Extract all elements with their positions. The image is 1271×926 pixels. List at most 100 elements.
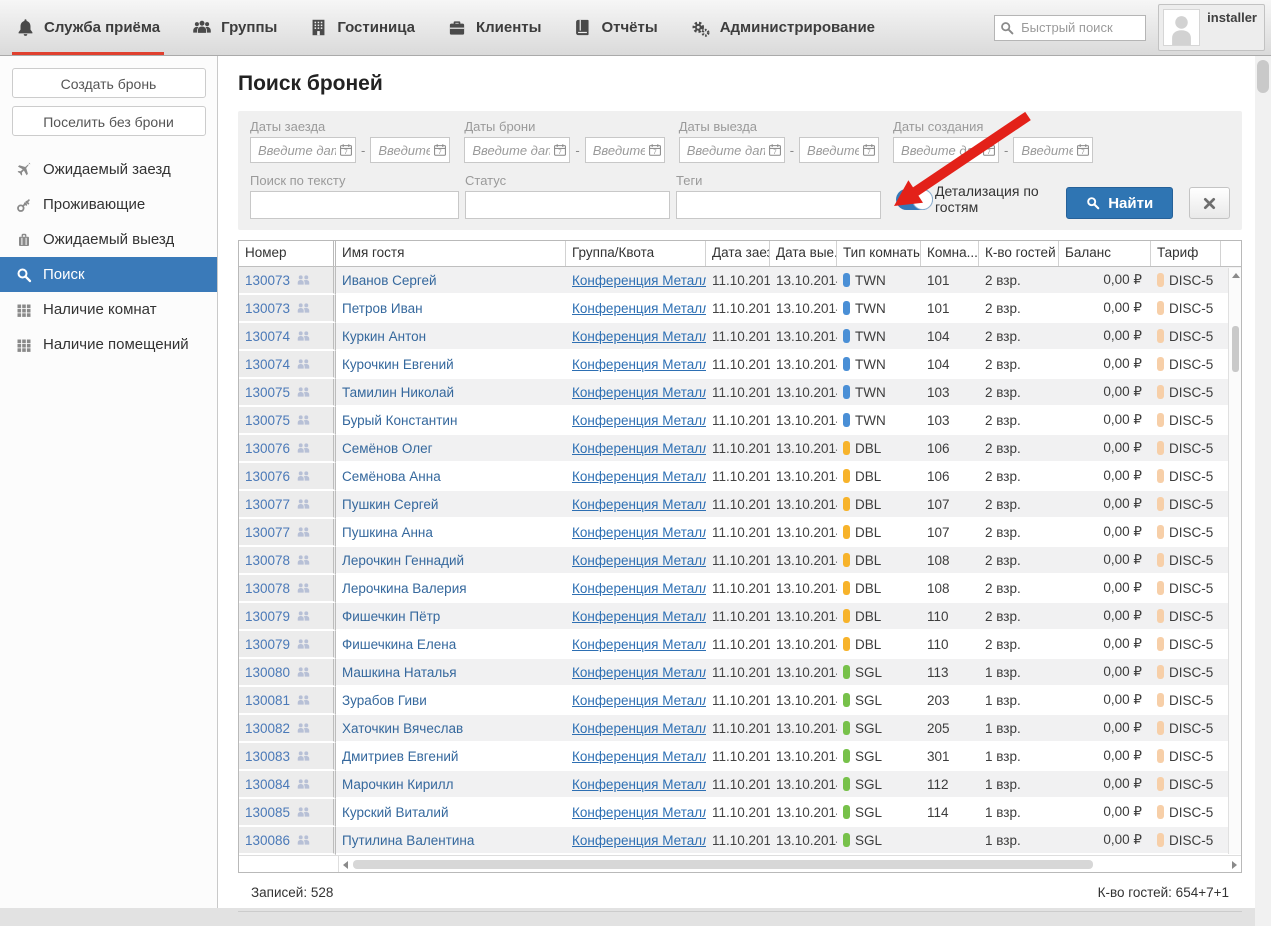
sidebar-item-premises-availability[interactable]: Наличие помещений — [0, 327, 217, 362]
sidebar-item-expected-departure[interactable]: Ожидаемый выезд — [0, 222, 217, 257]
table-row[interactable]: 130076 Семёнов Олег Конференция Металлу … — [239, 435, 1241, 463]
horizontal-scrollbar[interactable] — [239, 855, 1241, 872]
group-link[interactable]: Конференция Металлу — [572, 777, 706, 792]
tab-clients[interactable]: Клиенты — [431, 0, 557, 55]
booking-number-link[interactable]: 130074 — [245, 329, 290, 344]
tab-groups[interactable]: Группы — [176, 0, 293, 55]
horizontal-scroll-track[interactable] — [339, 856, 1241, 872]
group-link[interactable]: Конференция Металлу — [572, 497, 706, 512]
table-row[interactable]: 130075 Бурый Константин Конференция Мета… — [239, 407, 1241, 435]
table-row[interactable]: 130074 Куркин Антон Конференция Металлу … — [239, 323, 1241, 351]
find-button[interactable]: Найти — [1066, 187, 1174, 219]
calendar-icon[interactable]: 7 — [339, 143, 353, 160]
table-row[interactable]: 130082 Хаточкин Вячеслав Конференция Мет… — [239, 715, 1241, 743]
column-header-balance[interactable]: Баланс — [1059, 241, 1151, 266]
calendar-icon[interactable]: 7 — [553, 143, 567, 160]
vertical-scroll-thumb[interactable] — [1232, 326, 1239, 372]
group-link[interactable]: Конференция Металлу — [572, 609, 706, 624]
column-header-arrival[interactable]: Дата заез... — [706, 241, 770, 266]
column-header-departure[interactable]: Дата вые... — [770, 241, 837, 266]
table-row[interactable]: 130080 Машкина Наталья Конференция Метал… — [239, 659, 1241, 687]
booking-number-link[interactable]: 130086 — [245, 833, 290, 848]
create-booking-button[interactable]: Создать бронь — [11, 68, 206, 98]
booking-number-link[interactable]: 130080 — [245, 665, 290, 680]
group-link[interactable]: Конференция Металлу — [572, 749, 706, 764]
column-header-guests[interactable]: К-во гостей — [979, 241, 1059, 266]
tab-administration[interactable]: Администрирование — [674, 0, 891, 55]
sidebar-item-room-availability[interactable]: Наличие комнат — [0, 292, 217, 327]
booking-number-link[interactable]: 130074 — [245, 357, 290, 372]
calendar-icon[interactable]: 7 — [862, 143, 876, 160]
table-row[interactable]: 130083 Дмитриев Евгений Конференция Мета… — [239, 743, 1241, 771]
group-link[interactable]: Конференция Металлу — [572, 469, 706, 484]
booking-number-link[interactable]: 130085 — [245, 805, 290, 820]
table-row[interactable]: 130084 Марочкин Кирилл Конференция Метал… — [239, 771, 1241, 799]
sidebar-item-search[interactable]: Поиск — [0, 257, 217, 292]
table-row[interactable]: 130073 Иванов Сергей Конференция Металлу… — [239, 267, 1241, 295]
booking-number-link[interactable]: 130075 — [245, 413, 290, 428]
vertical-scrollbar[interactable] — [1228, 268, 1241, 854]
group-link[interactable]: Конференция Металлу — [572, 329, 706, 344]
scroll-up-arrow-icon[interactable] — [1232, 273, 1240, 278]
tab-hotel[interactable]: Гостиница — [293, 0, 431, 55]
group-link[interactable]: Конференция Металлу — [572, 273, 706, 288]
sidebar-item-residents[interactable]: Проживающие — [0, 187, 217, 222]
table-row[interactable]: 130086 Путилина Валентина Конференция Ме… — [239, 827, 1241, 855]
group-link[interactable]: Конференция Металлу — [572, 441, 706, 456]
scroll-left-arrow-icon[interactable] — [343, 861, 348, 869]
calendar-icon[interactable]: 7 — [768, 143, 782, 160]
calendar-icon[interactable]: 7 — [433, 143, 447, 160]
booking-number-link[interactable]: 130077 — [245, 497, 290, 512]
checkin-without-booking-button[interactable]: Поселить без брони — [11, 106, 206, 136]
group-link[interactable]: Конференция Металлу — [572, 665, 706, 680]
clear-search-button[interactable] — [1189, 187, 1230, 219]
horizontal-scroll-thumb[interactable] — [353, 860, 1093, 869]
column-header-room-type[interactable]: Тип комнаты — [837, 241, 921, 266]
group-link[interactable]: Конференция Металлу — [572, 553, 706, 568]
booking-number-link[interactable]: 130073 — [245, 273, 290, 288]
table-row[interactable]: 130073 Петров Иван Конференция Металлу 1… — [239, 295, 1241, 323]
table-row[interactable]: 130075 Тамилин Николай Конференция Метал… — [239, 379, 1241, 407]
column-header-number[interactable]: Номер — [239, 241, 336, 266]
table-row[interactable]: 130077 Пушкин Сергей Конференция Металлу… — [239, 491, 1241, 519]
booking-number-link[interactable]: 130077 — [245, 525, 290, 540]
table-row[interactable]: 130078 Лерочкина Валерия Конференция Мет… — [239, 575, 1241, 603]
column-header-room[interactable]: Комна... — [921, 241, 979, 266]
table-row[interactable]: 130079 Фишечкина Елена Конференция Метал… — [239, 631, 1241, 659]
calendar-icon[interactable]: 7 — [982, 143, 996, 160]
group-link[interactable]: Конференция Металлу — [572, 385, 706, 400]
table-row[interactable]: 130076 Семёнова Анна Конференция Металлу… — [239, 463, 1241, 491]
booking-number-link[interactable]: 130075 — [245, 385, 290, 400]
table-row[interactable]: 130078 Лерочкин Геннадий Конференция Мет… — [239, 547, 1241, 575]
booking-number-link[interactable]: 130076 — [245, 441, 290, 456]
tab-front-desk[interactable]: Служба приёма — [0, 0, 176, 55]
booking-number-link[interactable]: 130078 — [245, 553, 290, 568]
guest-detail-toggle[interactable] — [896, 188, 933, 210]
group-link[interactable]: Конференция Металлу — [572, 805, 706, 820]
group-link[interactable]: Конференция Металлу — [572, 693, 706, 708]
calendar-icon[interactable]: 7 — [648, 143, 662, 160]
column-header-tariff[interactable]: Тариф — [1151, 241, 1221, 266]
table-row[interactable]: 130079 Фишечкин Пётр Конференция Металлу… — [239, 603, 1241, 631]
quick-search-input[interactable] — [994, 14, 1147, 41]
status-input[interactable] — [465, 191, 670, 219]
group-link[interactable]: Конференция Металлу — [572, 357, 706, 372]
booking-number-link[interactable]: 130084 — [245, 777, 290, 792]
column-header-group[interactable]: Группа/Квота — [566, 241, 706, 266]
group-link[interactable]: Конференция Металлу — [572, 413, 706, 428]
group-link[interactable]: Конференция Металлу — [572, 581, 706, 596]
table-row[interactable]: 130085 Курский Виталий Конференция Метал… — [239, 799, 1241, 827]
group-link[interactable]: Конференция Металлу — [572, 301, 706, 316]
booking-number-link[interactable]: 130073 — [245, 301, 290, 316]
page-scrollbar[interactable] — [1255, 56, 1271, 926]
group-link[interactable]: Конференция Металлу — [572, 833, 706, 848]
booking-number-link[interactable]: 130076 — [245, 469, 290, 484]
tab-reports[interactable]: Отчёты — [557, 0, 673, 55]
page-scroll-thumb[interactable] — [1257, 60, 1269, 93]
booking-number-link[interactable]: 130078 — [245, 581, 290, 596]
tags-input[interactable] — [676, 191, 881, 219]
table-row[interactable]: 130081 Зурабов Гиви Конференция Металлу … — [239, 687, 1241, 715]
group-link[interactable]: Конференция Металлу — [572, 525, 706, 540]
table-row[interactable]: 130077 Пушкина Анна Конференция Металлу … — [239, 519, 1241, 547]
booking-number-link[interactable]: 130082 — [245, 721, 290, 736]
